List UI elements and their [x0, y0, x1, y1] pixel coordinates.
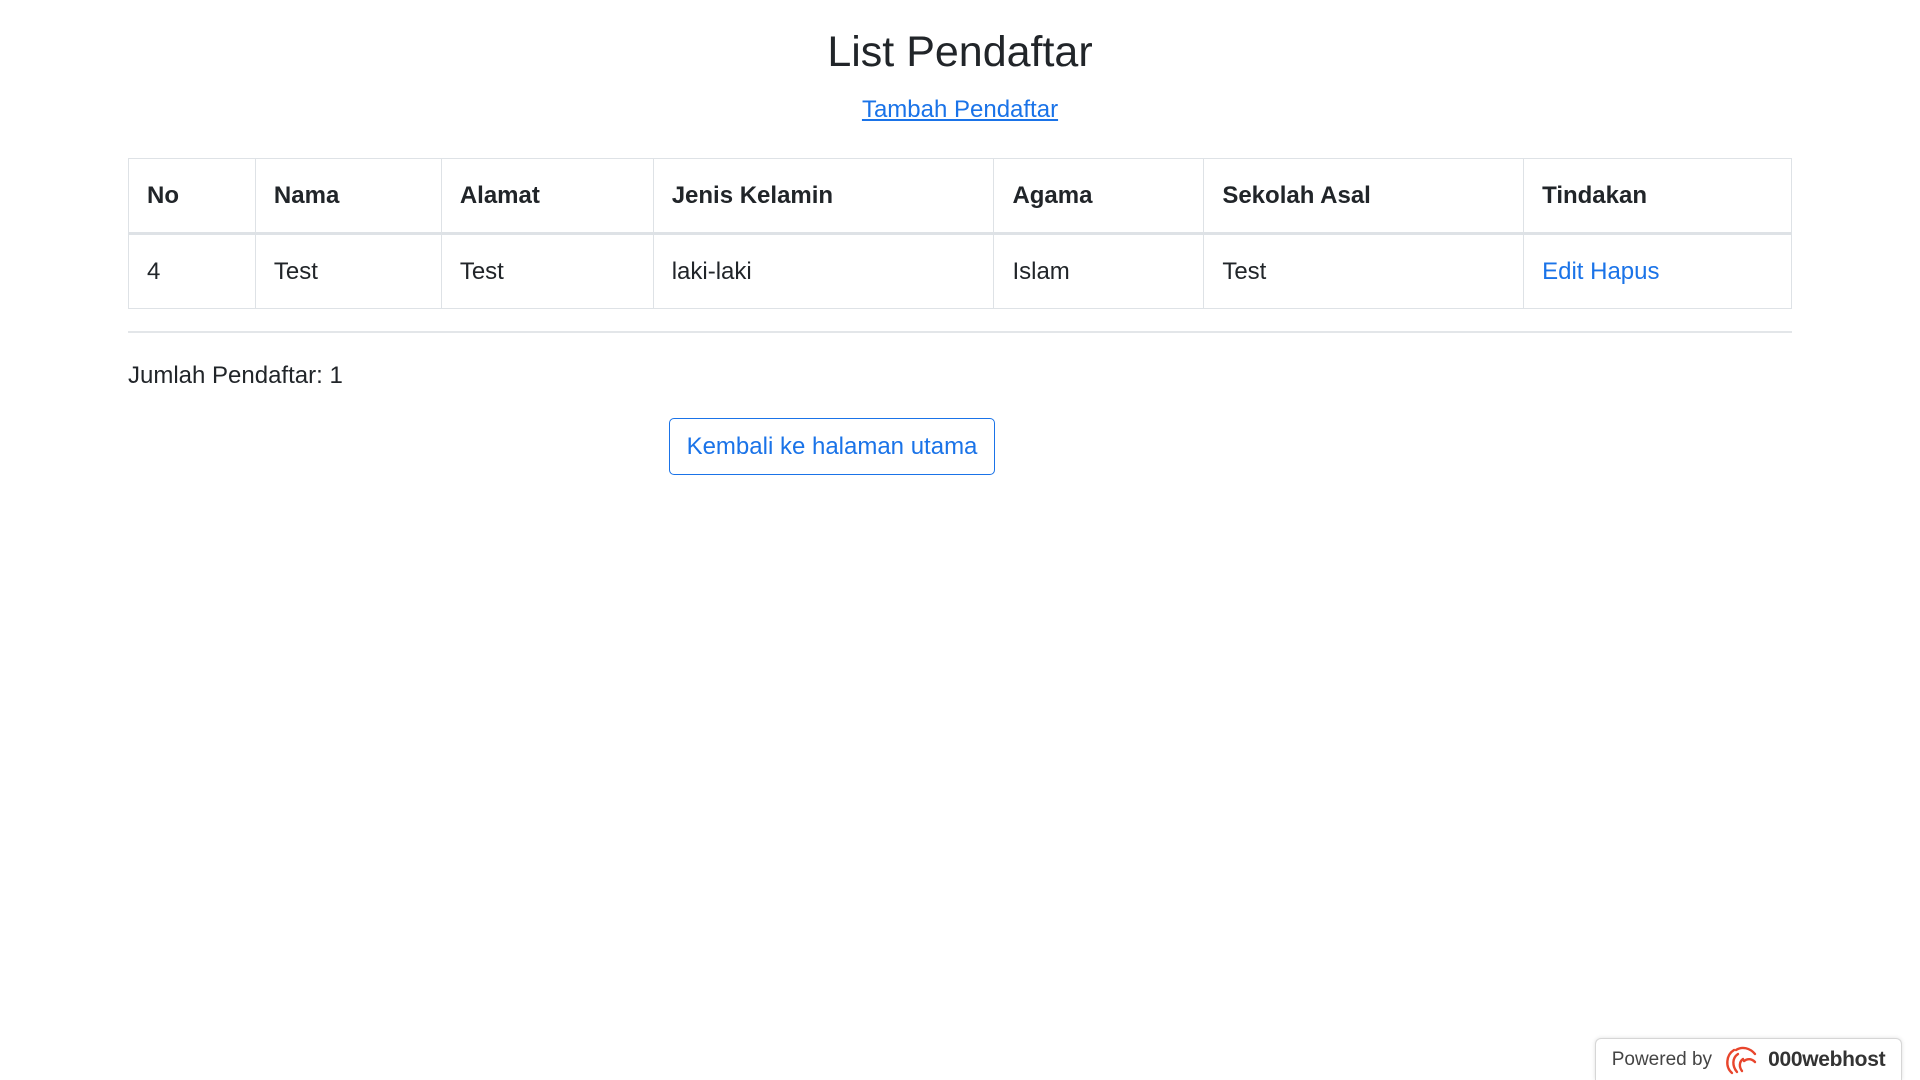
header-jenis-kelamin: Jenis Kelamin — [652, 158, 995, 235]
header-no: No — [128, 158, 256, 235]
edit-link[interactable]: Edit — [1542, 258, 1583, 285]
back-to-home-button[interactable]: Kembali ke halaman utama — [669, 418, 995, 475]
powered-by-label: Powered by — [1611, 1048, 1713, 1070]
cell-tindakan: Edit Hapus — [1523, 233, 1792, 309]
000webhost-logo-icon — [1722, 1045, 1758, 1075]
000webhost-brand: 000webhost — [1768, 1047, 1886, 1071]
header-tindakan: Tindakan — [1523, 158, 1792, 235]
header-alamat: Alamat — [440, 158, 654, 235]
header-nama: Nama — [254, 158, 442, 235]
cell-sekolah-asal: Test — [1203, 233, 1525, 309]
main-container: List Pendaftar Tambah Pendaftar No Nama … — [128, 0, 1792, 389]
table-row: 4 Test Test laki-laki Islam Test Edit Ha… — [128, 233, 1792, 309]
cell-agama: Islam — [993, 233, 1205, 309]
registrant-count: Jumlah Pendaftar: 1 — [128, 362, 343, 389]
page: List Pendaftar Tambah Pendaftar No Nama … — [0, 0, 1920, 1080]
header-agama: Agama — [993, 158, 1205, 235]
table-header-row: No Nama Alamat Jenis Kelamin Agama Sekol… — [128, 158, 1792, 235]
divider — [128, 331, 1792, 333]
cell-nama: Test — [254, 233, 442, 309]
hapus-link[interactable]: Hapus — [1590, 258, 1659, 285]
add-link-wrapper: Tambah Pendaftar — [128, 96, 1792, 126]
registrants-table: No Nama Alamat Jenis Kelamin Agama Sekol… — [128, 158, 1792, 309]
add-registrant-link[interactable]: Tambah Pendaftar — [862, 96, 1058, 123]
cell-no: 4 — [128, 233, 256, 309]
page-title: List Pendaftar — [827, 28, 1093, 76]
cell-alamat: Test — [440, 233, 654, 309]
powered-by-badge[interactable]: Powered by 000webhost — [1595, 1038, 1902, 1080]
cell-jenis-kelamin: laki-laki — [652, 233, 995, 309]
header-sekolah-asal: Sekolah Asal — [1203, 158, 1525, 235]
